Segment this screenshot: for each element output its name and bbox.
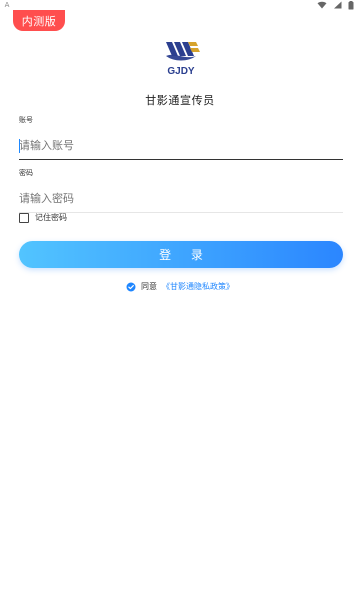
account-field: 账号 [19, 115, 343, 160]
status-bar: A [0, 0, 360, 10]
agree-prefix: 同意 [141, 282, 157, 291]
privacy-agreement: 同意 《甘影通隐私政策》 [0, 281, 360, 292]
remember-password-checkbox[interactable] [19, 212, 29, 223]
account-input[interactable] [19, 131, 343, 160]
battery-icon [348, 0, 354, 10]
signal-icon [333, 1, 342, 9]
text-cursor [19, 139, 20, 153]
login-screen: A 内测版 GJDY 甘影通宣传员 账号 请输入账号 密码 记住密码 登 录 同… [0, 0, 360, 600]
app-title: 甘影通宣传员 [145, 94, 215, 107]
agree-check-icon[interactable] [126, 282, 136, 292]
internal-test-badge: 内测版 [13, 10, 65, 31]
logo-text: GJDY [167, 66, 195, 77]
privacy-policy-link[interactable]: 《甘影通隐私政策》 [162, 281, 234, 292]
notification-icon: A [4, 1, 10, 9]
password-field: 密码 [19, 168, 343, 213]
password-label: 密码 [19, 169, 33, 177]
account-label: 账号 [19, 116, 33, 124]
login-button[interactable]: 登 录 [19, 241, 343, 268]
remember-password-label: 记住密码 [35, 213, 67, 222]
app-logo: GJDY [160, 38, 202, 78]
status-icons [317, 0, 354, 10]
password-input[interactable] [19, 184, 343, 213]
remember-password[interactable]: 记住密码 [19, 212, 67, 223]
wifi-icon [317, 1, 327, 9]
